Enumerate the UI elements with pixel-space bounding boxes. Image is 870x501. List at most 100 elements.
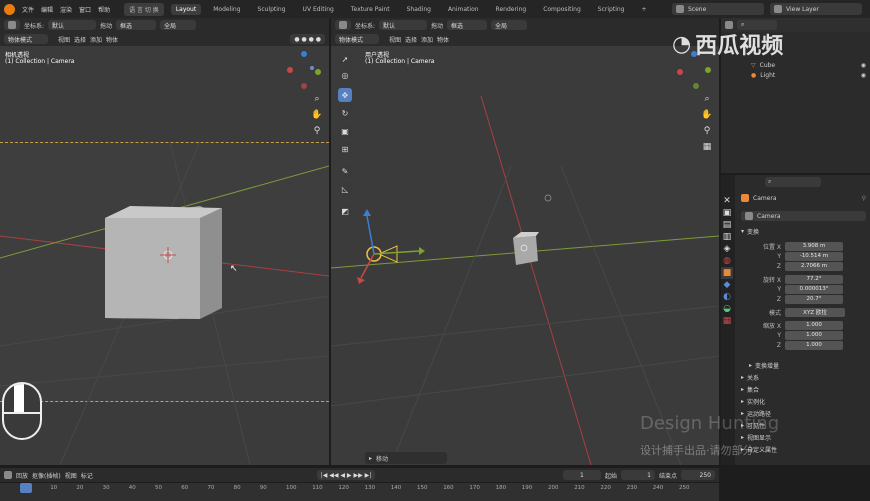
rotate-tool-icon[interactable]: ↻ [338,106,352,120]
drag-dropdown[interactable]: 框选 [116,20,157,30]
section-instancing[interactable]: ▸ 实例化 [727,395,777,407]
properties-search[interactable]: ⌕ [765,177,821,187]
menu-render[interactable]: 渲染 [60,5,72,14]
scale-tool-icon[interactable]: ▣ [338,124,352,138]
editor-type-button-right[interactable] [335,20,351,30]
rotation-mode-dropdown[interactable]: XYZ 欧拉 [785,307,845,317]
select-tool-icon[interactable]: ➚ [338,52,352,66]
transform-orientation-dropdown-right[interactable]: 全局 [491,20,528,30]
scale-y-field[interactable]: 1.000 [785,330,843,340]
outliner-row-light[interactable]: ● Light ◉ [721,70,870,80]
grid-view-icon[interactable]: ▦ [701,141,713,153]
eye-icon[interactable]: ◉ [861,62,866,69]
rotation-x-label: 旋转 X [762,276,781,284]
coord-dropdown[interactable]: 默认 [48,20,97,30]
current-frame-field[interactable]: 1 [562,470,601,480]
marker-menu[interactable]: 标记 [81,471,93,480]
select-menu[interactable]: 选择 [74,35,86,44]
outliner-row-cube[interactable]: ▽ Cube ◉ [721,60,870,70]
menu-edit[interactable]: 编辑 [41,5,53,14]
drag-dropdown-right[interactable]: 框选 [447,20,488,30]
tab-compositing[interactable]: Compositing [538,4,586,15]
keying-menu[interactable]: 抠像(插帧) [32,471,61,480]
location-z-field[interactable]: 2.7066 m [785,261,843,271]
tool-tab-icon[interactable]: ✕ [721,195,733,207]
tab-animation[interactable]: Animation [443,4,484,15]
location-z-row: Z 2.7066 m [727,261,867,271]
tab-layout[interactable]: Layout [170,3,202,15]
timeline-view-menu[interactable]: 视图 [65,471,77,480]
scale-x-label: 缩放 X [762,322,781,330]
coord-label-right: 坐标系: [355,22,376,30]
hand-pan-icon-right[interactable]: ✋ [701,109,713,121]
playback-menu[interactable]: 回放 [16,471,28,480]
view-menu-right[interactable]: 视图 [389,35,401,44]
add-workspace-button[interactable]: + [636,4,651,15]
hand-pan-icon[interactable]: ✋ [311,109,323,121]
delta-transform-section[interactable]: ▸ 变换增量 [735,359,779,371]
pin-icon[interactable]: ⚲ [862,195,866,202]
timeline-tick-label: 180 [495,485,507,491]
last-operator-panel[interactable]: ▸ 移动 [365,452,447,464]
coord-dropdown-right[interactable]: 默认 [379,20,428,30]
tab-modeling[interactable]: Modeling [208,4,245,15]
tab-uv-editing[interactable]: UV Editing [298,4,339,15]
add-cube-tool-icon[interactable]: ◩ [338,204,352,218]
transform-orientation-dropdown[interactable]: 全局 [160,20,197,30]
render-tab-icon[interactable]: ▣ [721,207,733,219]
blender-logo-icon[interactable] [4,3,15,15]
select-menu-right[interactable]: 选择 [405,35,417,44]
timeline-area[interactable]: 1102030405060708090100110120130140150160… [0,483,719,501]
shading-buttons[interactable]: ● ● ● ● [290,34,325,44]
transform-tool-icon[interactable]: ⊞ [338,142,352,156]
move-tool-icon[interactable]: ✥ [338,88,352,102]
object-data-field[interactable]: Camera [741,211,866,221]
section-collections[interactable]: ▸ 集合 [727,383,777,395]
transform-section[interactable]: ▾ 变换 [727,225,759,237]
editor-type-button[interactable] [4,20,20,30]
start-frame-field[interactable]: 1 [620,470,655,480]
camera-view-icon-right[interactable]: ⚲ [701,125,713,137]
menu-help[interactable]: 帮助 [98,5,110,14]
mode-dropdown-right[interactable]: 物体模式 [335,34,379,44]
mode-dropdown[interactable]: 物体模式 [4,34,48,44]
playhead[interactable] [20,483,32,493]
view-layer-selector[interactable]: View Layer [770,3,862,15]
section-relations[interactable]: ▸ 关系 [727,371,777,383]
playback-controls[interactable]: |◀ ◀◀ ◀ ▶ ▶▶ ▶| [316,470,376,480]
left-nav-gizmo[interactable] [284,50,324,90]
object-menu[interactable]: 物体 [106,35,118,44]
zoom-icon[interactable]: ⌕ [311,93,323,105]
left-viewport[interactable]: 相机透视 (1) Collection | Camera ⌕ ✋ ⚲ ↖ [0,46,329,465]
rotation-y-field[interactable]: 0.000013° [785,284,843,294]
menu-window[interactable]: 窗口 [79,5,91,14]
tab-sculpting[interactable]: Sculpting [253,4,291,15]
zoom-icon-right[interactable]: ⌕ [701,93,713,105]
cursor-tool-icon[interactable]: ◎ [338,68,352,82]
add-menu-right[interactable]: 添加 [421,35,433,44]
menu-file[interactable]: 文件 [22,5,34,14]
view-menu[interactable]: 视图 [58,35,70,44]
end-frame-field[interactable]: 250 [681,470,715,480]
camera-view-icon[interactable]: ⚲ [311,125,323,137]
rotation-x-field[interactable]: 77.2° [785,274,843,284]
tab-scripting[interactable]: Scripting [593,4,630,15]
rotation-z-field[interactable]: 20.7° [785,294,843,304]
right-viewport[interactable]: 用户透视 (1) Collection | Camera ➚ ◎ ✥ ↻ ▣ ⊞… [331,46,719,465]
object-menu-right[interactable]: 物体 [437,35,449,44]
scale-z-field[interactable]: 1.000 [785,340,843,350]
measure-tool-icon[interactable]: ◺ [338,182,352,196]
drag-label: 拖动 [100,22,113,30]
tab-texture-paint[interactable]: Texture Paint [346,4,395,15]
add-menu[interactable]: 添加 [90,35,102,44]
scene-selector[interactable]: Scene [672,3,764,15]
annotate-tool-icon[interactable]: ✎ [338,164,352,178]
tab-shading[interactable]: Shading [402,4,436,15]
scale-x-field[interactable]: 1.000 [785,320,843,330]
location-y-field[interactable]: -10.514 m [785,251,843,261]
language-switch-button[interactable]: 语 言 切 换 [124,2,164,16]
tab-rendering[interactable]: Rendering [491,4,532,15]
eye-icon[interactable]: ◉ [861,72,866,79]
timeline-editor-icon[interactable] [4,471,12,479]
location-x-field[interactable]: 3.908 m [785,241,843,251]
